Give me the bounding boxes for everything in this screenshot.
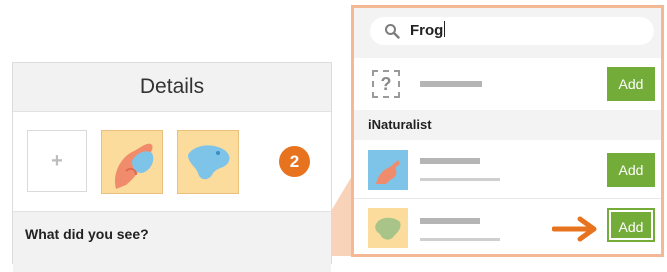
frog-silhouette-icon [375,217,401,240]
bird-thumbnail [368,150,408,190]
result-row-bird[interactable]: Add [354,142,661,199]
add-button-frog[interactable]: Add [607,208,655,242]
details-title: Details [139,75,205,98]
photo-thumbnail-bird[interactable] [101,130,163,194]
placeholder-name-bar [420,218,480,224]
step-badge: 2 [279,146,310,177]
search-input[interactable]: Frog [370,17,654,45]
search-input-value: Frog [410,21,446,39]
text-caret [444,21,446,37]
bird-silhouette-icon [376,160,400,184]
add-button-bird[interactable]: Add [607,153,655,187]
what-did-you-see-section: What did you see? [13,211,331,272]
add-button-unknown[interactable]: Add [607,67,655,101]
frog-thumbnail [368,208,408,248]
add-photo-button[interactable]: + [27,130,87,192]
inaturalist-group-label: iNaturalist [368,117,432,132]
what-did-you-see-label: What did you see? [25,226,149,242]
placeholder-subtitle-bar [420,238,500,241]
search-results-zoom: Frog ? Add iNaturalist Add Add [351,5,664,257]
placeholder-subtitle-bar [420,178,500,181]
placeholder-name-bar [420,81,482,87]
plus-icon: + [51,150,63,172]
placeholder-name-bar [420,158,480,164]
result-row-unknown[interactable]: ? Add [354,58,661,110]
unknown-species-icon: ? [372,70,400,98]
frog-illustration [188,145,230,180]
photo-thumbnail-frog[interactable] [177,130,239,194]
bird-illustration [114,143,154,189]
search-icon [385,24,400,39]
search-bar-row: Frog [354,8,661,58]
arrow-right-icon [552,216,597,242]
inaturalist-group-header: iNaturalist [354,110,661,140]
details-panel: Details + 2 What did you see? [12,62,332,272]
result-row-frog[interactable]: Add [354,199,661,254]
